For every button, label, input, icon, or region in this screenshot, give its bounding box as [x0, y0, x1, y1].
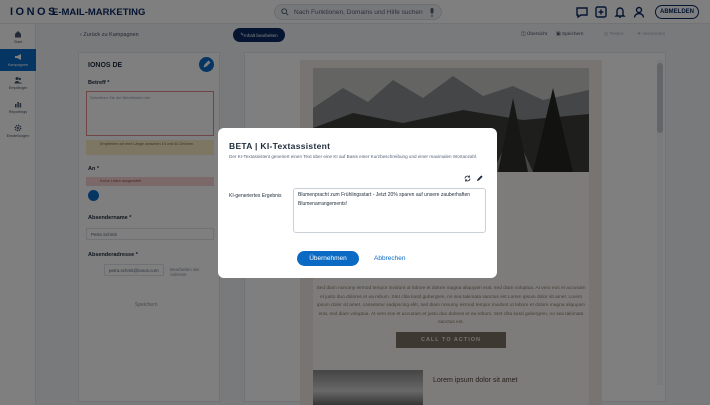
result-textarea[interactable]: Blumenpracht zum Frühlingsstart - Jetzt … — [293, 188, 486, 233]
dialog-description: Der KI-Textassistent generiert einen Tex… — [229, 154, 478, 159]
apply-button[interactable]: Übernehmen — [297, 251, 359, 266]
cancel-button[interactable]: Abbrechen — [374, 255, 405, 262]
dialog-title: BETA | KI-Textassistent — [229, 141, 331, 151]
regenerate-icon[interactable] — [464, 175, 471, 182]
result-label: KI-generiertes Ergebnis — [229, 193, 282, 199]
edit-icon[interactable] — [476, 175, 483, 182]
